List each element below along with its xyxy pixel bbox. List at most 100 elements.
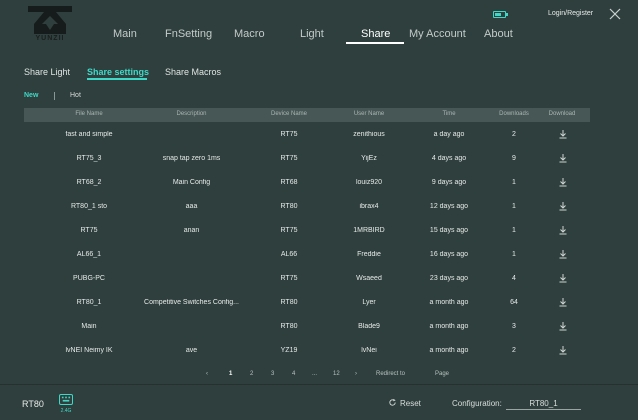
- subtab-share-settings[interactable]: Share settings: [87, 67, 149, 77]
- nav-light[interactable]: Light: [300, 28, 324, 40]
- cell-user-name: zenithious: [353, 131, 385, 138]
- cell-device-name: RT68: [280, 179, 298, 186]
- download-icon[interactable]: [558, 201, 568, 211]
- reset-icon[interactable]: [388, 398, 397, 407]
- cell-file-name: lvNEI Neimy IK: [65, 347, 113, 354]
- download-icon[interactable]: [558, 177, 568, 187]
- table-row: PUBG-PC RT75 Wsaeed 23 days ago 4: [24, 267, 590, 291]
- cell-device-name: RT75: [280, 131, 298, 138]
- table-row: RT68_2 Main Config RT68 louiz920 9 days ago 1: [24, 171, 590, 195]
- cell-time: 16 days ago: [429, 251, 469, 258]
- pagination-page-1[interactable]: 1: [229, 371, 232, 377]
- cell-time: 15 days ago: [429, 227, 469, 234]
- cell-downloads: 2: [512, 131, 516, 138]
- pagination-page-2[interactable]: 2: [250, 371, 253, 377]
- cell-downloads: 1: [512, 203, 516, 210]
- cell-device-name: RT75: [280, 155, 298, 162]
- download-icon[interactable]: [558, 297, 568, 307]
- pagination-page-3[interactable]: 3: [271, 371, 274, 377]
- table-row: lvNEI Neimy IK ave YZ19 lvNei a month ago 2: [24, 339, 590, 363]
- cell-description: anan: [183, 227, 200, 234]
- page-label: Page: [435, 371, 450, 377]
- nav-fnsetting[interactable]: FnSetting: [165, 28, 212, 40]
- cell-file-name: RT68_2: [76, 179, 102, 186]
- cell-user-name: YijEz: [361, 155, 377, 162]
- cell-downloads: 1: [512, 179, 516, 186]
- cell-description: Main Config: [172, 179, 211, 186]
- nav-active-indicator: [346, 42, 404, 44]
- nav-macro[interactable]: Macro: [234, 28, 265, 40]
- col-downloads: Downloads: [499, 111, 529, 117]
- filter-divider: [54, 92, 55, 100]
- cell-time: 12 days ago: [429, 203, 469, 210]
- cell-user-name: lvNei: [361, 347, 377, 354]
- subtab-share-light[interactable]: Share Light: [24, 67, 70, 77]
- cell-file-name: AL66_1: [76, 251, 102, 258]
- cell-file-name: Main: [81, 323, 97, 330]
- cell-downloads: 4: [512, 275, 516, 282]
- cell-device-name: RT75: [280, 275, 298, 282]
- pagination-next[interactable]: ›: [355, 371, 357, 377]
- battery-icon: [493, 11, 508, 18]
- cell-device-name: AL66: [280, 251, 298, 258]
- pagination-prev[interactable]: ‹: [206, 371, 208, 377]
- table-row: RT80_1 Competitive Switches Config... RT80…: [24, 291, 590, 315]
- pagination-page-4[interactable]: 4: [292, 371, 295, 377]
- cell-device-name: RT80: [280, 299, 298, 306]
- cell-user-name: ibrax4: [359, 203, 379, 210]
- filter-new[interactable]: New: [24, 92, 38, 99]
- login-register-link[interactable]: Login/Register: [548, 10, 593, 17]
- download-icon[interactable]: [558, 225, 568, 235]
- cell-description: Competitive Switches Config...: [144, 299, 239, 306]
- cell-user-name: louiz920: [355, 179, 383, 186]
- cell-time: a month ago: [429, 347, 469, 354]
- cell-time: 9 days ago: [431, 179, 467, 186]
- nav-about[interactable]: About: [484, 28, 513, 40]
- nav-main[interactable]: Main: [113, 28, 137, 40]
- redirect-label: Redirect to: [376, 371, 406, 377]
- subtab-active-indicator: [87, 78, 147, 80]
- keyboard-icon[interactable]: [59, 394, 73, 405]
- nav-my-account[interactable]: My Account: [409, 28, 466, 40]
- cell-description: aaa: [185, 203, 198, 210]
- footer-divider: [0, 384, 638, 385]
- col-device-name: Device Name: [270, 111, 307, 117]
- cell-downloads: 2: [512, 347, 516, 354]
- cell-downloads: 64: [510, 299, 518, 306]
- cell-file-name: RT80_1: [76, 299, 102, 306]
- close-icon[interactable]: [609, 8, 621, 20]
- reset-button[interactable]: Reset: [400, 399, 421, 408]
- cell-time: 4 days ago: [431, 155, 467, 162]
- connection-mode-label: 2.4G: [60, 408, 72, 414]
- filter-hot[interactable]: Hot: [70, 92, 81, 99]
- col-description: Description: [176, 111, 207, 117]
- pagination-page-12[interactable]: 12: [333, 371, 340, 377]
- app-header: YUNZII Main FnSetting Macro Light Share …: [0, 0, 638, 48]
- download-icon[interactable]: [558, 321, 568, 331]
- cell-file-name: RT75_3: [76, 155, 102, 162]
- table-row: RT80_1 sto aaa RT80 ibrax4 12 days ago 1: [24, 195, 590, 219]
- cell-time: a month ago: [429, 323, 469, 330]
- cell-downloads: 9: [512, 155, 516, 162]
- col-file-name: File Name: [75, 111, 103, 117]
- cell-description: snap tap zero 1ms: [162, 155, 221, 162]
- table-row: RT75 anan RT75 1MRBIRD 15 days ago 1: [24, 219, 590, 243]
- cell-device-name: RT80: [280, 323, 298, 330]
- cell-user-name: 1MRBIRD: [353, 227, 385, 234]
- cell-time: 23 days ago: [429, 275, 469, 282]
- download-icon[interactable]: [558, 345, 568, 355]
- col-user-name: User Name: [353, 111, 385, 117]
- nav-share[interactable]: Share: [361, 28, 390, 40]
- main-nav: Main FnSetting Macro Light Share My Acco…: [0, 28, 638, 42]
- configuration-label: Configuration:: [452, 399, 502, 408]
- cell-file-name: fast and simple: [65, 131, 113, 138]
- subtab-share-macros[interactable]: Share Macros: [165, 67, 221, 77]
- download-icon[interactable]: [558, 129, 568, 139]
- configuration-select[interactable]: RT80_1: [506, 399, 581, 410]
- download-icon[interactable]: [558, 273, 568, 283]
- cell-device-name: RT75: [280, 227, 298, 234]
- download-icon[interactable]: [558, 153, 568, 163]
- download-icon[interactable]: [558, 249, 568, 259]
- table-row: Main RT80 Blade9 a month ago 3: [24, 315, 590, 339]
- pagination-ellipsis: ...: [312, 371, 318, 377]
